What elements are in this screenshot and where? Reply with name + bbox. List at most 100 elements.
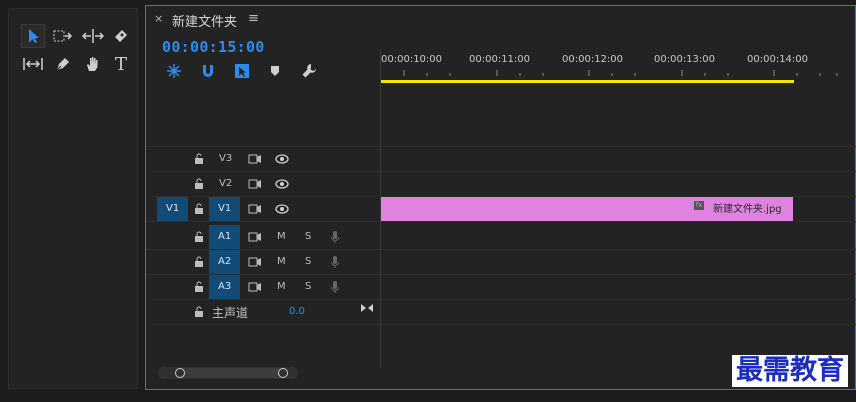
ripple-edit-icon — [82, 29, 104, 43]
track-header-master[interactable]: 主声道 0.0 — [146, 300, 380, 325]
track-lane-v1[interactable]: fx 新建文件夹.jpg — [381, 197, 856, 222]
nest-sequence-button[interactable] — [166, 63, 182, 79]
tab-close-button[interactable]: × — [154, 12, 163, 25]
zoom-scrollbar[interactable] — [158, 367, 298, 379]
linked-selection-button[interactable] — [234, 63, 250, 79]
work-area-bar[interactable] — [381, 80, 794, 83]
marker-icon — [271, 66, 279, 76]
lock-icon[interactable] — [194, 231, 204, 242]
linked-selection-icon — [235, 64, 249, 78]
clip-name: 新建文件夹.jpg — [713, 204, 782, 215]
tab-menu-button[interactable]: ≡ — [248, 11, 259, 26]
track-label: V2 — [219, 178, 233, 189]
mute-button[interactable]: M — [277, 231, 286, 242]
type-icon: T — [114, 53, 127, 75]
master-track-label: 主声道 — [212, 306, 249, 320]
ruler-ticks — [403, 70, 838, 76]
timeline-settings-button[interactable] — [301, 63, 317, 79]
playhead-timecode[interactable]: 00:00:15:00 — [162, 38, 265, 56]
track-lane-a1[interactable] — [381, 225, 856, 250]
track-label: V1 — [218, 203, 232, 214]
track-target-a2[interactable]: A2 — [209, 250, 240, 274]
ruler-label: 00:00:10:00 — [381, 54, 443, 65]
lock-icon[interactable] — [194, 306, 204, 317]
eye-icon[interactable] — [275, 204, 289, 214]
track-target-a3[interactable]: A3 — [209, 275, 240, 299]
tools-panel: T — [8, 8, 138, 389]
time-ruler[interactable]: 00:00:10:00 00:00:11:00 00:00:12:00 00:0… — [381, 50, 855, 90]
zoom-handle-left[interactable] — [175, 368, 185, 378]
mute-button[interactable]: M — [277, 256, 286, 267]
track-lane-v3[interactable] — [381, 147, 856, 172]
track-header-v2[interactable]: V2 — [146, 172, 380, 197]
track-lane-a2[interactable] — [381, 250, 856, 275]
lock-icon[interactable] — [194, 256, 204, 267]
track-header-a2[interactable]: A2 M S — [146, 250, 380, 275]
tab-title[interactable]: 新建文件夹 — [172, 11, 237, 30]
ruler-label: 00:00:12:00 — [562, 54, 624, 65]
microphone-icon[interactable] — [330, 280, 340, 294]
type-tool[interactable]: T — [109, 52, 133, 76]
film-icon[interactable] — [248, 232, 262, 242]
lock-icon[interactable] — [194, 281, 204, 292]
track-lane-v2[interactable] — [381, 172, 856, 197]
pen-icon — [56, 58, 69, 71]
film-icon[interactable] — [248, 154, 262, 164]
bowtie-icon[interactable] — [360, 303, 374, 313]
mute-button[interactable]: M — [277, 281, 286, 292]
track-lane-master[interactable] — [381, 300, 856, 325]
razor-icon — [115, 30, 127, 42]
track-header-v1[interactable]: V1 V1 — [146, 197, 380, 222]
track-lane-a3[interactable] — [381, 275, 856, 300]
ruler-label: 00:00:13:00 — [654, 54, 716, 65]
ripple-edit-tool[interactable] — [81, 24, 105, 48]
track-label: V3 — [219, 153, 233, 164]
razor-tool[interactable] — [109, 24, 133, 48]
slip-tool[interactable] — [21, 52, 45, 76]
film-icon[interactable] — [248, 204, 262, 214]
snowflake-icon — [167, 64, 181, 78]
snap-button[interactable] — [200, 63, 216, 79]
add-marker-button[interactable] — [269, 64, 281, 78]
track-target-v1[interactable]: V1 — [209, 197, 240, 221]
magnet-icon — [203, 65, 213, 77]
zoom-handle-right[interactable] — [278, 368, 288, 378]
track-header-a3[interactable]: A3 M S — [146, 275, 380, 300]
eye-icon[interactable] — [275, 154, 289, 164]
master-volume-value[interactable]: 0.0 — [289, 306, 305, 317]
source-patch-label: V1 — [166, 203, 180, 214]
film-icon[interactable] — [248, 282, 262, 292]
track-target-a1[interactable]: A1 — [209, 225, 240, 249]
microphone-icon[interactable] — [330, 255, 340, 269]
hand-tool[interactable] — [81, 52, 105, 76]
timeline-panel: × 新建文件夹 ≡ 00:00:15:00 00:00:10:00 00:00:… — [145, 5, 856, 390]
lock-icon[interactable] — [194, 203, 204, 214]
film-icon[interactable] — [248, 257, 262, 267]
fx-badge: fx — [694, 201, 704, 210]
arrow-icon — [29, 29, 39, 43]
track-label: A1 — [218, 231, 232, 242]
zoom-scrollbar-thumb[interactable] — [175, 368, 285, 378]
ruler-label: 00:00:11:00 — [469, 54, 531, 65]
track-label: A2 — [218, 256, 232, 267]
ruler-label: 00:00:14:00 — [747, 54, 809, 65]
video-clip[interactable]: fx 新建文件夹.jpg — [381, 197, 793, 221]
solo-button[interactable]: S — [305, 231, 311, 242]
track-select-tool[interactable] — [51, 24, 75, 48]
selection-tool[interactable] — [21, 24, 45, 48]
eye-icon[interactable] — [275, 179, 289, 189]
lock-icon[interactable] — [194, 178, 204, 189]
film-icon[interactable] — [248, 179, 262, 189]
solo-button[interactable]: S — [305, 256, 311, 267]
solo-button[interactable]: S — [305, 281, 311, 292]
source-patch-v1[interactable]: V1 — [157, 197, 188, 221]
pen-tool[interactable] — [51, 52, 75, 76]
microphone-icon[interactable] — [330, 230, 340, 244]
track-select-icon — [53, 30, 73, 42]
hand-icon — [87, 57, 98, 71]
lock-icon[interactable] — [194, 153, 204, 164]
wrench-icon — [302, 64, 316, 78]
track-header-a1[interactable]: A1 M S — [146, 225, 380, 250]
track-header-v3[interactable]: V3 — [146, 147, 380, 172]
watermark: 最需教育 — [732, 355, 848, 387]
